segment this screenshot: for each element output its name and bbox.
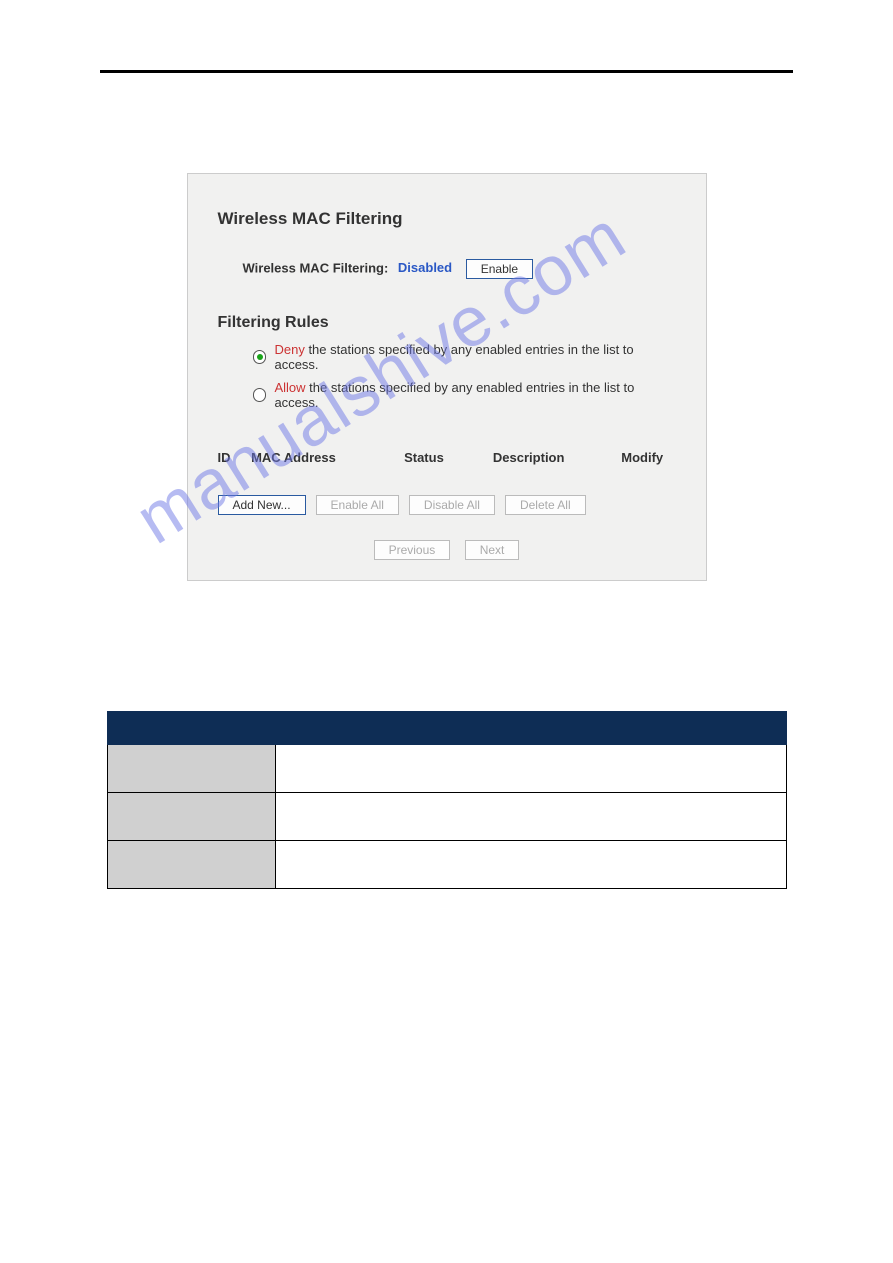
enable-button[interactable]: Enable <box>466 259 533 279</box>
col-modify: Modify <box>621 450 680 465</box>
radio-icon[interactable] <box>253 388 267 402</box>
rules-heading: Filtering Rules <box>218 314 681 332</box>
status-value: Disabled <box>398 260 452 275</box>
table-header: ID MAC Address Status Description Modify <box>218 450 681 465</box>
enable-all-button[interactable]: Enable All <box>316 495 399 515</box>
action-buttons: Add New... Enable All Disable All Delete… <box>218 495 681 515</box>
table-header-value <box>275 712 786 745</box>
table-row <box>275 793 786 841</box>
col-mac: MAC Address <box>251 450 404 465</box>
previous-button[interactable]: Previous <box>374 540 451 560</box>
next-button[interactable]: Next <box>465 540 520 560</box>
col-id: ID <box>218 450 252 465</box>
col-desc: Description <box>493 450 621 465</box>
table-header-key <box>107 712 275 745</box>
col-status: Status <box>404 450 493 465</box>
rule-allow[interactable]: Allow the stations specified by any enab… <box>253 380 681 410</box>
table-row <box>107 793 275 841</box>
radio-icon[interactable] <box>253 350 267 364</box>
table-row <box>275 841 786 889</box>
status-label: Wireless MAC Filtering: <box>243 260 389 275</box>
divider <box>100 70 793 73</box>
add-new-button[interactable]: Add New... <box>218 495 306 515</box>
pager: Previous Next <box>213 540 681 560</box>
panel-title: Wireless MAC Filtering <box>218 209 681 229</box>
table-row <box>275 745 786 793</box>
rule-text: the stations specified by any enabled en… <box>274 342 633 372</box>
settings-panel: Wireless MAC Filtering Wireless MAC Filt… <box>187 173 707 581</box>
rule-keyword: Deny <box>274 342 304 357</box>
table-row <box>107 841 275 889</box>
status-row: Wireless MAC Filtering: Disabled Enable <box>243 259 681 279</box>
rule-deny[interactable]: Deny the stations specified by any enabl… <box>253 342 681 372</box>
delete-all-button[interactable]: Delete All <box>505 495 586 515</box>
rule-text: the stations specified by any enabled en… <box>274 380 634 410</box>
description-table <box>107 711 787 889</box>
disable-all-button[interactable]: Disable All <box>409 495 495 515</box>
table-row <box>107 745 275 793</box>
rule-keyword: Allow <box>274 380 305 395</box>
